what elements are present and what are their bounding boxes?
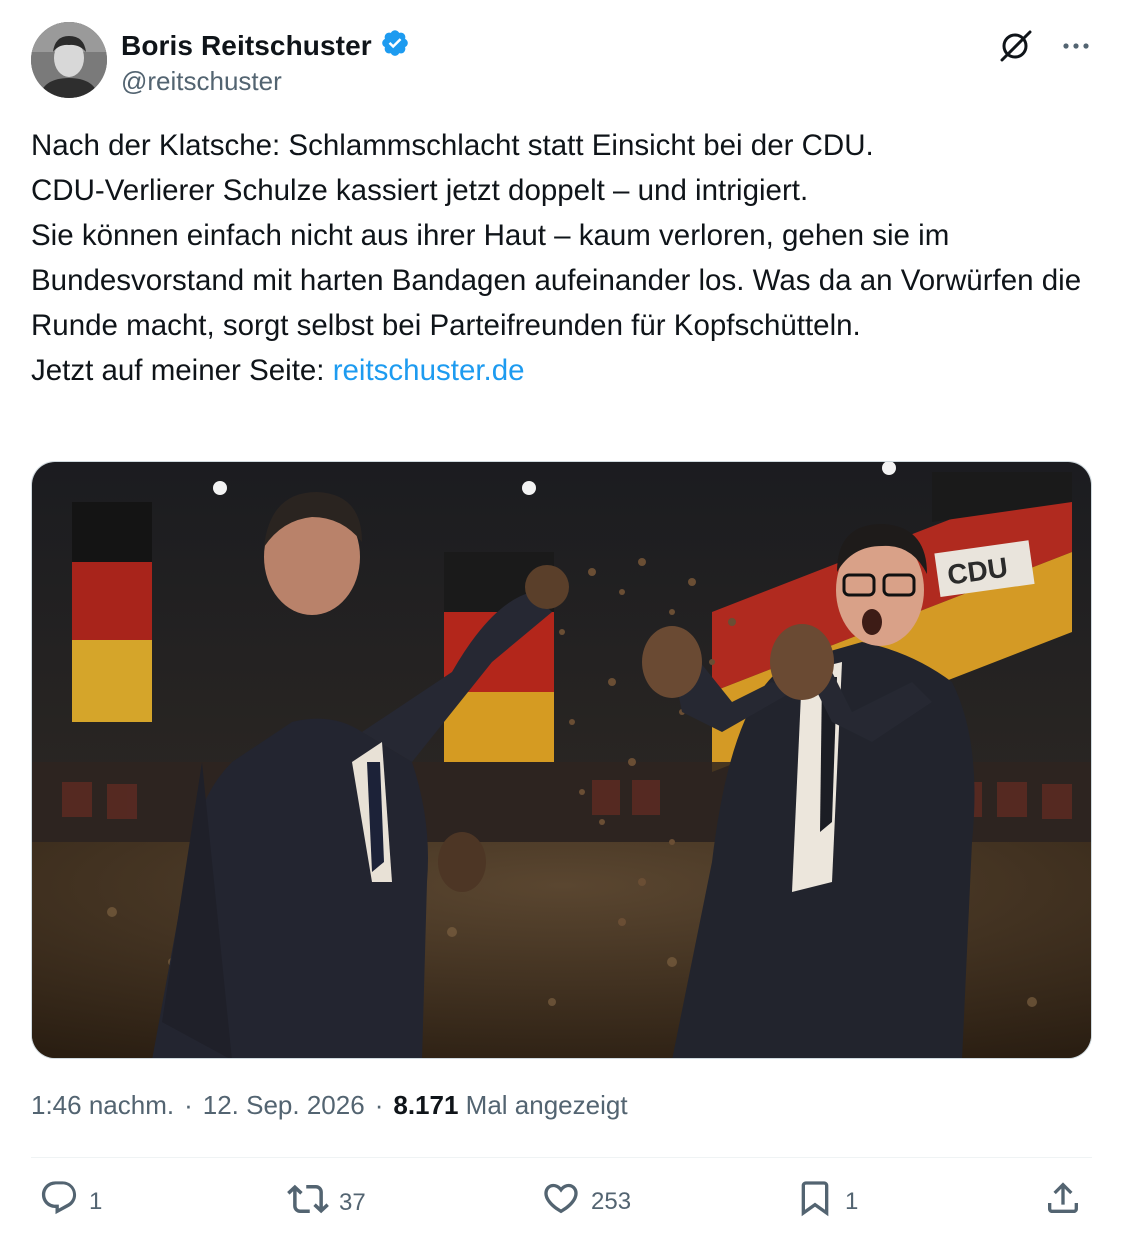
media-illustration: CDU — [32, 462, 1091, 1058]
meta-separator: · — [374, 1090, 384, 1120]
tweet-link-prefix: Jetzt auf meiner Seite: — [31, 354, 333, 387]
repost-count: 37 — [339, 1188, 366, 1216]
reply-button[interactable]: 1 — [39, 1178, 102, 1225]
reply-icon — [39, 1178, 79, 1225]
tweet-line-2: CDU-Verlierer Schulze kassiert jetzt dop… — [31, 174, 809, 207]
author-name[interactable]: Boris Reitschuster — [121, 30, 372, 62]
tweet-line-3: Sie können einfach nicht aus ihrer Haut … — [31, 219, 1082, 342]
bookmark-icon — [795, 1178, 835, 1225]
avatar[interactable] — [31, 22, 107, 98]
views-label: Mal angezeigt — [465, 1090, 628, 1120]
tweet-text: Nach der Klatsche: Schlammschlacht statt… — [31, 123, 1091, 393]
bookmark-button[interactable]: 1 — [795, 1178, 858, 1225]
author-handle[interactable]: @reitschuster — [121, 66, 282, 97]
repost-icon — [287, 1178, 329, 1227]
more-icon[interactable] — [1060, 30, 1092, 62]
bookmark-count: 1 — [845, 1187, 859, 1215]
verified-badge-icon — [380, 28, 410, 63]
tweet-meta: 1:46 nachm. · 12. Sep. 2026 · 8.171 Mal … — [31, 1090, 628, 1121]
like-count: 253 — [591, 1187, 632, 1215]
views-count: 8.171 — [393, 1090, 459, 1120]
share-icon — [1043, 1178, 1083, 1225]
tweet-link[interactable]: reitschuster.de — [333, 354, 525, 387]
tweet-line-1: Nach der Klatsche: Schlammschlacht statt… — [31, 129, 874, 162]
name-row: Boris Reitschuster — [121, 28, 410, 63]
tweet-header: Boris Reitschuster @reitschuster — [31, 22, 1092, 102]
meta-separator: · — [184, 1090, 193, 1120]
divider — [31, 1157, 1092, 1158]
action-bar: 1 37 253 1 — [31, 1178, 1092, 1228]
grok-icon[interactable] — [998, 28, 1034, 64]
like-button[interactable]: 253 — [541, 1178, 631, 1225]
tweet-media-image[interactable]: CDU — [31, 461, 1092, 1059]
share-button[interactable] — [1043, 1178, 1083, 1225]
tweet-time[interactable]: 1:46 nachm. — [31, 1090, 174, 1121]
repost-button[interactable]: 37 — [287, 1178, 366, 1227]
reply-count: 1 — [89, 1187, 103, 1215]
tweet-date[interactable]: 12. Sep. 2026 — [203, 1090, 365, 1121]
heart-icon — [541, 1178, 581, 1225]
